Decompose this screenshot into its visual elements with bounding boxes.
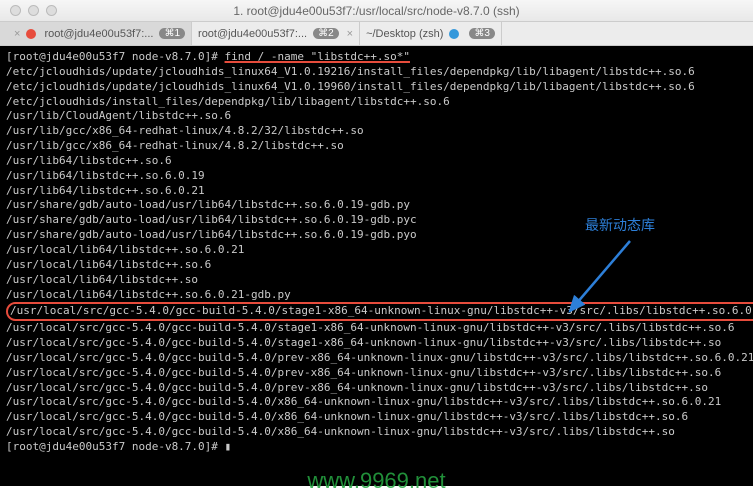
tab-3[interactable]: ~/Desktop (zsh) ⌘3 — [360, 22, 502, 45]
output-line: /usr/local/src/gcc-5.4.0/gcc-build-5.4.0… — [6, 336, 747, 351]
output-line: /usr/local/src/gcc-5.4.0/gcc-build-5.4.0… — [6, 395, 747, 410]
output-line: /usr/lib64/libstdc++.so.6.0.21 — [6, 184, 747, 199]
titlebar: 1. root@jdu4e00u53f7:/usr/local/src/node… — [0, 0, 753, 22]
output-line: /usr/share/gdb/auto-load/usr/lib64/libst… — [6, 198, 747, 213]
prompt-line: [root@jdu4e00u53f7 node-v8.7.0]# find / … — [6, 50, 747, 65]
output-line: /usr/lib/CloudAgent/libstdc++.so.6 — [6, 109, 747, 124]
shortcut-pill: ⌘1 — [159, 28, 185, 39]
tab-bar: × root@jdu4e00u53f7:... ⌘1 root@jdu4e00u… — [0, 22, 753, 46]
output-line: /usr/lib/gcc/x86_64-redhat-linux/4.8.2/3… — [6, 124, 747, 139]
command-text: find / -name "libstdc++.so*" — [225, 50, 410, 63]
output-line: /usr/local/src/gcc-5.4.0/gcc-build-5.4.0… — [6, 410, 747, 425]
tab-1[interactable]: × root@jdu4e00u53f7:... ⌘1 — [0, 22, 192, 45]
arrow-icon — [560, 236, 650, 326]
output-line: /usr/lib64/libstdc++.so.6.0.19 — [6, 169, 747, 184]
output-line: /usr/local/src/gcc-5.4.0/gcc-build-5.4.0… — [6, 366, 747, 381]
output-line: /usr/lib/gcc/x86_64-redhat-linux/4.8.2/l… — [6, 139, 747, 154]
terminal-area[interactable]: [root@jdu4e00u53f7 node-v8.7.0]# find / … — [0, 46, 753, 486]
shortcut-pill: ⌘3 — [469, 28, 495, 39]
red-badge-icon — [26, 29, 36, 39]
annotation-label: 最新动态库 — [585, 216, 655, 235]
output-line: /usr/local/src/gcc-5.4.0/gcc-build-5.4.0… — [6, 381, 747, 396]
output-line: /etc/jcloudhids/install_files/dependpkg/… — [6, 95, 747, 110]
output-line: /usr/local/src/gcc-5.4.0/gcc-build-5.4.0… — [6, 351, 747, 366]
shortcut-pill: ⌘2 — [313, 28, 339, 39]
output-line: /usr/lib64/libstdc++.so.6 — [6, 154, 747, 169]
close-icon[interactable]: × — [347, 28, 353, 40]
tab-label: ~/Desktop (zsh) — [366, 28, 443, 40]
output-line: /usr/local/src/gcc-5.4.0/gcc-build-5.4.0… — [6, 425, 747, 440]
window-title: 1. root@jdu4e00u53f7:/usr/local/src/node… — [0, 4, 753, 18]
tab-2[interactable]: root@jdu4e00u53f7:... ⌘2 × — [192, 22, 360, 45]
output-line: /etc/jcloudhids/update/jcloudhids_linux6… — [6, 65, 747, 80]
tab-label: root@jdu4e00u53f7:... — [44, 28, 153, 40]
tab-label: root@jdu4e00u53f7:... — [198, 28, 307, 40]
blue-dot-icon — [449, 29, 459, 39]
close-icon[interactable]: × — [14, 28, 20, 40]
prompt-line: [root@jdu4e00u53f7 node-v8.7.0]# ▮ — [6, 440, 747, 455]
output-line: /etc/jcloudhids/update/jcloudhids_linux6… — [6, 80, 747, 95]
